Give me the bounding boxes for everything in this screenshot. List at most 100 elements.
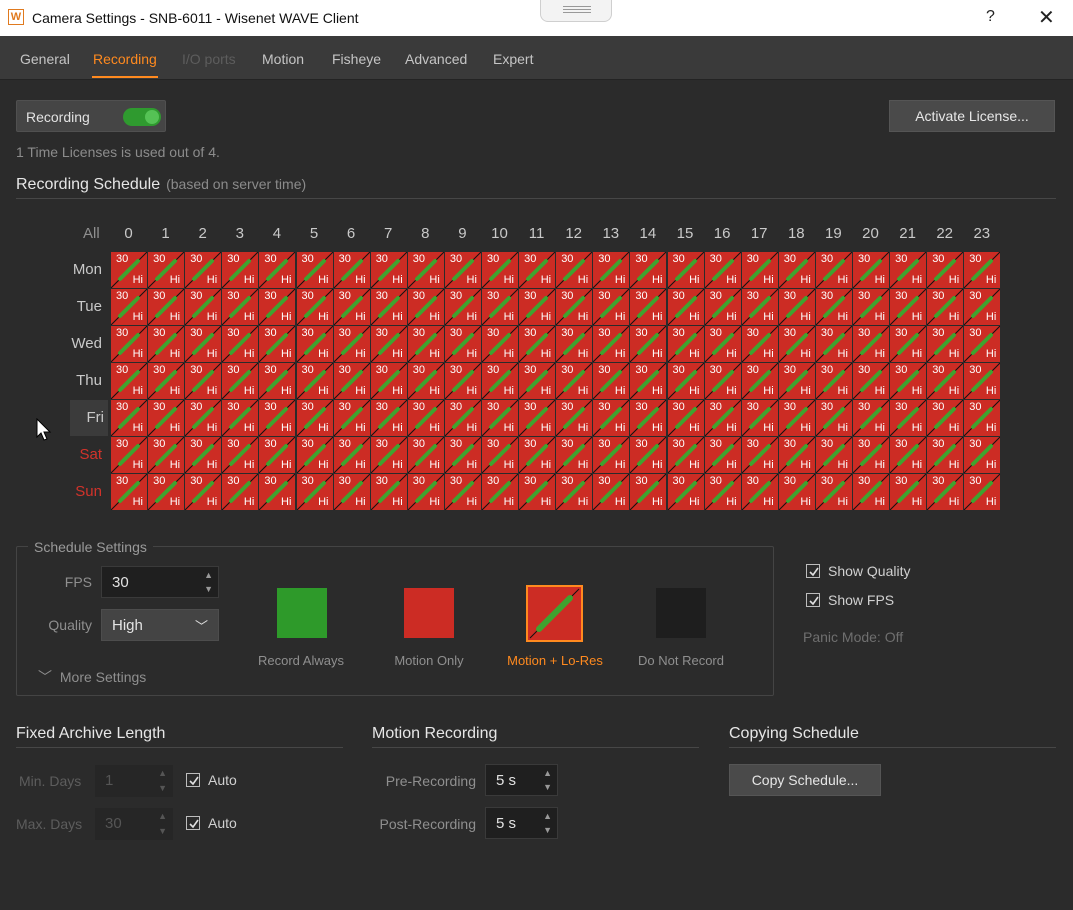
close-button[interactable]: ✕ — [1038, 5, 1055, 30]
schedule-cell[interactable]: 30 Hi — [444, 474, 481, 510]
hour-label-2[interactable]: 2 — [184, 225, 221, 242]
show-quality-checkbox[interactable] — [806, 564, 820, 578]
schedule-cell[interactable]: 30 Hi — [778, 289, 815, 325]
schedule-cell[interactable]: 30 Hi — [259, 400, 296, 436]
mode-record-always-button[interactable] — [277, 588, 327, 638]
pre-down-icon[interactable]: ▼ — [543, 782, 552, 792]
schedule-cell[interactable]: 30 Hi — [927, 289, 964, 325]
schedule-cell[interactable]: 30 Hi — [296, 252, 333, 288]
schedule-cell[interactable]: 30 Hi — [370, 474, 407, 510]
schedule-cell[interactable]: 30 Hi — [148, 326, 185, 362]
schedule-cell[interactable]: 30 Hi — [259, 326, 296, 362]
tab-recording[interactable]: Recording — [93, 51, 157, 67]
schedule-cell[interactable]: 30 Hi — [556, 474, 593, 510]
max-days-down-icon[interactable]: ▼ — [158, 826, 167, 836]
show-fps-checkbox[interactable] — [806, 593, 820, 607]
schedule-cell[interactable]: 30 Hi — [556, 326, 593, 362]
schedule-cell[interactable]: 30 Hi — [778, 363, 815, 399]
schedule-cell[interactable]: 30 Hi — [111, 400, 147, 436]
schedule-cell[interactable]: 30 Hi — [519, 474, 556, 510]
schedule-cell[interactable]: 30 Hi — [407, 437, 444, 473]
schedule-cell[interactable]: 30 Hi — [296, 289, 333, 325]
schedule-cell[interactable]: 30 Hi — [556, 437, 593, 473]
recording-toggle[interactable]: Recording — [16, 100, 166, 132]
schedule-cell[interactable]: 30 Hi — [259, 474, 296, 510]
hour-label-11[interactable]: 11 — [518, 225, 555, 242]
max-days-spinbox[interactable]: 30 ▲ ▼ — [95, 808, 173, 840]
window-grip-handle[interactable] — [540, 0, 612, 22]
schedule-cell[interactable]: 30 Hi — [259, 437, 296, 473]
schedule-cell[interactable]: 30 Hi — [964, 363, 1001, 399]
schedule-cell[interactable]: 30 Hi — [482, 363, 518, 399]
hour-label-1[interactable]: 1 — [147, 225, 184, 242]
schedule-cell[interactable]: 30 Hi — [630, 289, 667, 325]
schedule-cell[interactable]: 30 Hi — [927, 400, 964, 436]
schedule-cell[interactable]: 30 Hi — [964, 326, 1001, 362]
schedule-cell[interactable]: 30 Hi — [222, 363, 259, 399]
schedule-cell[interactable]: 30 Hi — [778, 474, 815, 510]
schedule-cell[interactable]: 30 Hi — [741, 289, 778, 325]
schedule-cell[interactable]: 30 Hi — [853, 252, 889, 288]
day-label-thu[interactable]: Thu — [60, 372, 102, 389]
schedule-cell[interactable]: 30 Hi — [333, 474, 370, 510]
help-button[interactable]: ? — [986, 8, 995, 26]
schedule-cell[interactable]: 30 Hi — [556, 400, 593, 436]
schedule-cell[interactable]: 30 Hi — [890, 289, 927, 325]
schedule-cell[interactable]: 30 Hi — [890, 326, 927, 362]
schedule-cell[interactable]: 30 Hi — [741, 437, 778, 473]
schedule-cell[interactable]: 30 Hi — [741, 474, 778, 510]
schedule-cell[interactable]: 30 Hi — [185, 400, 222, 436]
fps-down-icon[interactable]: ▼ — [204, 584, 213, 594]
schedule-cell[interactable]: 30 Hi — [815, 400, 852, 436]
recording-switch[interactable] — [123, 108, 161, 126]
schedule-cell[interactable]: 30 Hi — [853, 363, 889, 399]
hour-label-16[interactable]: 16 — [704, 225, 741, 242]
schedule-cell[interactable]: 30 Hi — [519, 289, 556, 325]
schedule-cell[interactable]: 30 Hi — [333, 363, 370, 399]
schedule-cell[interactable]: 30 Hi — [482, 400, 518, 436]
schedule-cell[interactable]: 30 Hi — [222, 474, 259, 510]
hour-label-10[interactable]: 10 — [481, 225, 518, 242]
schedule-cell[interactable]: 30 Hi — [667, 400, 704, 436]
schedule-cell[interactable]: 30 Hi — [704, 289, 741, 325]
schedule-cell[interactable]: 30 Hi — [667, 326, 704, 362]
schedule-cell[interactable]: 30 Hi — [593, 400, 630, 436]
schedule-cell[interactable]: 30 Hi — [296, 363, 333, 399]
schedule-cell[interactable]: 30 Hi — [890, 363, 927, 399]
schedule-cell[interactable]: 30 Hi — [519, 400, 556, 436]
mode-do-not-record-button[interactable] — [656, 588, 706, 638]
schedule-cell[interactable]: 30 Hi — [185, 252, 222, 288]
schedule-cell[interactable]: 30 Hi — [890, 252, 927, 288]
schedule-cell[interactable]: 30 Hi — [148, 400, 185, 436]
schedule-cell[interactable]: 30 Hi — [482, 252, 518, 288]
schedule-cell[interactable]: 30 Hi — [222, 289, 259, 325]
schedule-cell[interactable]: 30 Hi — [667, 437, 704, 473]
schedule-cell[interactable]: 30 Hi — [185, 326, 222, 362]
schedule-cell[interactable]: 30 Hi — [482, 289, 518, 325]
schedule-cell[interactable]: 30 Hi — [593, 326, 630, 362]
schedule-cell[interactable]: 30 Hi — [890, 437, 927, 473]
schedule-cell[interactable]: 30 Hi — [296, 326, 333, 362]
schedule-cell[interactable]: 30 Hi — [964, 474, 1001, 510]
schedule-cell[interactable]: 30 Hi — [964, 252, 1001, 288]
schedule-cell[interactable]: 30 Hi — [407, 474, 444, 510]
schedule-cell[interactable]: 30 Hi — [259, 363, 296, 399]
schedule-cell[interactable]: 30 Hi — [593, 474, 630, 510]
quality-select[interactable]: High ﹀ — [101, 609, 219, 641]
schedule-cell[interactable]: 30 Hi — [853, 474, 889, 510]
schedule-cell[interactable]: 30 Hi — [407, 363, 444, 399]
schedule-cell[interactable]: 30 Hi — [148, 252, 185, 288]
hour-label-3[interactable]: 3 — [221, 225, 258, 242]
hour-label-12[interactable]: 12 — [555, 225, 592, 242]
schedule-cell[interactable]: 30 Hi — [370, 400, 407, 436]
schedule-cell[interactable]: 30 Hi — [333, 400, 370, 436]
schedule-cell[interactable]: 30 Hi — [853, 400, 889, 436]
schedule-cell[interactable]: 30 Hi — [296, 437, 333, 473]
tab-io-ports[interactable]: I/O ports — [182, 51, 236, 67]
schedule-cell[interactable]: 30 Hi — [370, 326, 407, 362]
schedule-cell[interactable]: 30 Hi — [148, 474, 185, 510]
schedule-cell[interactable]: 30 Hi — [741, 363, 778, 399]
day-label-wed[interactable]: Wed — [60, 335, 102, 352]
hour-label-19[interactable]: 19 — [815, 225, 852, 242]
schedule-cell[interactable]: 30 Hi — [148, 437, 185, 473]
